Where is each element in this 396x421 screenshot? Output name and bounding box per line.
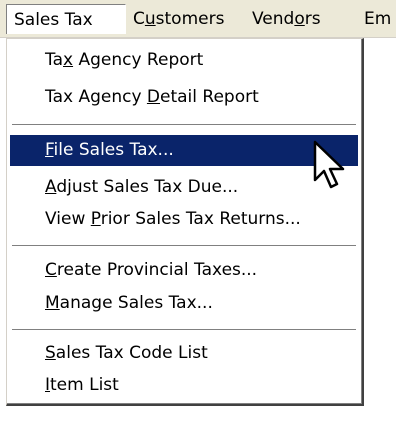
- label-post: tem List: [50, 375, 119, 395]
- mnemonic: x: [63, 50, 74, 70]
- menu-vendors-label-a: Vend: [252, 9, 295, 29]
- label-post: etail Report: [160, 87, 259, 107]
- menu-item-create-provincial-taxes[interactable]: Create Provincial Taxes...: [10, 255, 358, 286]
- label-post: anage Sales Tax...: [59, 293, 213, 313]
- menu-employees-truncated[interactable]: Em: [364, 4, 391, 34]
- mnemonic: C: [45, 260, 57, 280]
- menu-item-manage-sales-tax[interactable]: Manage Sales Tax...: [10, 288, 358, 319]
- label-post: reate Provincial Taxes...: [56, 260, 258, 280]
- menu-item-tax-agency-report[interactable]: Tax Agency Report: [10, 45, 358, 76]
- menu-customers-label-b: stomers: [155, 9, 225, 29]
- label-pre: Ta: [45, 50, 63, 70]
- mnemonic: P: [90, 209, 101, 229]
- menu-item-item-list[interactable]: Item List: [10, 370, 358, 401]
- menu-item-adjust-sales-tax-due[interactable]: Adjust Sales Tax Due...: [10, 172, 358, 203]
- label-post: Agency Report: [73, 50, 204, 70]
- mnemonic: S: [45, 343, 56, 363]
- menu-item-tax-agency-detail-report[interactable]: Tax Agency Detail Report: [10, 82, 358, 113]
- mnemonic: D: [146, 87, 161, 107]
- mnemonic: A: [45, 177, 57, 197]
- label-post: ile Sales Tax...: [53, 140, 174, 160]
- menu-bar: Sales Tax Customers Vendors Em: [0, 0, 396, 38]
- mnemonic: M: [45, 293, 60, 313]
- menu-separator: [12, 124, 356, 126]
- menu-vendors[interactable]: Vendors: [252, 4, 321, 34]
- menu-item-file-sales-tax[interactable]: File Sales Tax...: [10, 135, 358, 166]
- menu-vendors-mnemonic: o: [294, 9, 305, 29]
- menu-item-view-prior-sales-tax-returns[interactable]: View Prior Sales Tax Returns...: [10, 204, 358, 235]
- label-pre: View: [45, 209, 91, 229]
- arrow-pointer-icon: [313, 140, 345, 189]
- mnemonic: F: [45, 140, 54, 160]
- label-post: ales Tax Code List: [55, 343, 208, 363]
- menu-employees-label: Em: [364, 9, 392, 29]
- menu-customers-label-a: C: [133, 9, 145, 29]
- label-post: rior Sales Tax Returns...: [100, 209, 301, 229]
- menu-customers-mnemonic: u: [144, 9, 156, 29]
- label-pre: Tax Agency: [45, 87, 147, 107]
- menu-customers[interactable]: Customers: [133, 4, 224, 34]
- label-post: djust Sales Tax Due...: [56, 177, 239, 197]
- menu-sales-tax-label: Sales Tax: [14, 10, 93, 30]
- menu-separator: [12, 245, 356, 247]
- menu-vendors-label-b: rs: [304, 9, 321, 29]
- menu-separator: [12, 329, 356, 331]
- menu-sales-tax[interactable]: Sales Tax: [6, 4, 126, 34]
- screen: Sales Tax Customers Vendors Em Tax Agenc…: [0, 0, 396, 421]
- menu-item-sales-tax-code-list[interactable]: Sales Tax Code List: [10, 338, 358, 369]
- sales-tax-dropdown: Tax Agency Report Tax Agency Detail Repo…: [6, 38, 364, 406]
